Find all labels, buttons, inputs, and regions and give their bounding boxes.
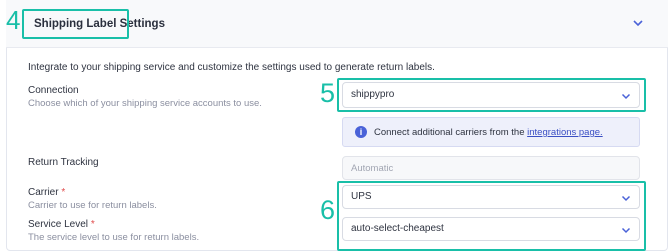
callout-number-6: 6: [320, 195, 336, 225]
chevron-down-icon[interactable]: [632, 17, 644, 29]
integrations-link[interactable]: integrations page.: [527, 127, 603, 138]
required-marker: *: [61, 187, 66, 198]
info-banner-text: Connect additional carriers from the int…: [374, 127, 603, 138]
info-banner: i Connect additional carriers from the i…: [342, 117, 640, 147]
info-icon: i: [355, 126, 367, 138]
section-intro: Integrate to your shipping service and c…: [28, 62, 435, 73]
required-marker: *: [90, 219, 95, 230]
service-level-label: Service Level *: [28, 219, 95, 230]
service-level-help: The service level to use for return labe…: [28, 232, 200, 243]
callout-number-4: 4: [6, 5, 21, 35]
carrier-label: Carrier *: [28, 187, 66, 198]
annotation-box-connection: [337, 78, 646, 112]
carrier-help: Carrier to use for return labels.: [28, 200, 157, 211]
return-tracking-value: Automatic: [351, 163, 394, 174]
return-tracking-field: Automatic: [342, 156, 640, 180]
annotation-box-carrier-service: [337, 181, 646, 251]
return-tracking-label: Return Tracking: [28, 157, 99, 168]
annotation-box-title: [22, 9, 129, 39]
callout-number-5: 5: [320, 78, 336, 108]
connection-help: Choose which of your shipping service ac…: [28, 98, 262, 109]
connection-label: Connection: [28, 85, 79, 96]
